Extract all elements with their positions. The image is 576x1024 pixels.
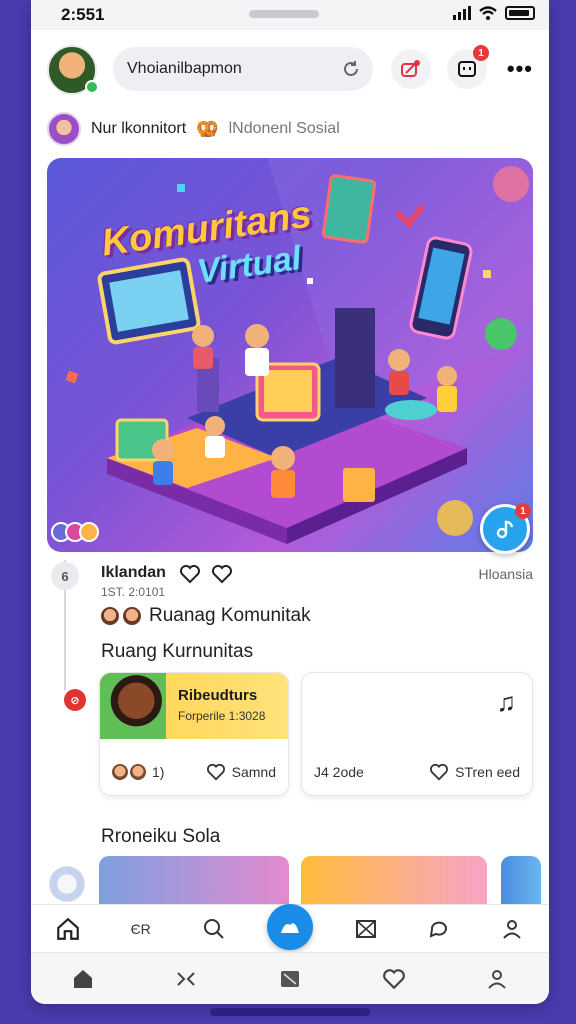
status-bar: 2:551 — [31, 0, 549, 30]
groups-label: ЄR — [130, 920, 151, 937]
thread-node[interactable]: 6 — [51, 562, 79, 590]
card-action[interactable]: Samnd — [232, 764, 276, 780]
gallery-icon — [356, 919, 377, 938]
notification-badge: 1 — [473, 45, 489, 61]
community-subtitle: lNdonenl Sosial — [228, 120, 340, 137]
bottom-nav-home[interactable] — [63, 961, 103, 997]
card-footer: 1) Samnd — [112, 763, 276, 781]
nav-chat[interactable] — [419, 911, 459, 947]
room-row[interactable]: Ruanag Komunitak — [101, 605, 311, 627]
card-member-avatars — [112, 764, 146, 780]
community-avatar — [47, 112, 81, 146]
community-row[interactable]: Nur lkonnitort 🥨 lNdonenl Sosial — [47, 112, 340, 146]
messages-button[interactable]: 1 — [447, 45, 489, 89]
heart-icon[interactable] — [429, 763, 449, 781]
music-note-icon: ♫ — [496, 687, 517, 717]
music-icon — [496, 520, 514, 539]
participant-avatars — [51, 522, 99, 542]
create-button[interactable] — [266, 903, 313, 950]
story-card[interactable] — [501, 856, 541, 904]
notch-indicator — [249, 10, 319, 18]
music-card[interactable]: ♫ J4 2ode STren eed — [301, 672, 533, 796]
shuffle-icon — [177, 971, 196, 986]
search-icon — [203, 918, 224, 939]
card-count: J4 2ode — [314, 764, 364, 780]
post-author[interactable]: Iklandan — [101, 564, 166, 582]
app-header: Vhoianilbapmon 1 ••• — [31, 38, 549, 100]
search-input[interactable]: Vhoianilbapmon — [113, 47, 373, 91]
status-icons — [453, 6, 535, 20]
card-subtitle: Forperile 1:3028 — [178, 709, 266, 723]
hero-illustration[interactable]: Komuritans Virtual — [47, 158, 533, 552]
media-icon — [280, 970, 299, 987]
post-date: 1ST. 2:0101 — [101, 585, 166, 599]
room-label: Ruanag Komunitak — [149, 605, 311, 626]
chat-icon — [430, 921, 448, 938]
member-avatar — [123, 607, 141, 625]
more-options-icon[interactable]: ••• — [507, 56, 533, 82]
community-card[interactable]: Ribeudturs Forperile 1:3028 1) Samnd — [99, 672, 289, 796]
post-location-tag: Hloansia — [478, 566, 533, 582]
stories-button[interactable] — [391, 49, 431, 89]
home-icon — [56, 917, 79, 940]
card-footer: J4 2ode STren eed — [314, 763, 520, 781]
thread-alert-node[interactable]: ⊘ — [61, 686, 89, 714]
community-name: Nur lkonnitort — [91, 120, 187, 137]
profile-icon — [503, 919, 522, 939]
nav-groups[interactable]: ЄR — [121, 911, 161, 947]
bottom-nav-media[interactable] — [270, 961, 310, 997]
react-icon[interactable] — [211, 564, 233, 584]
nav-profile[interactable] — [492, 911, 532, 947]
story-card[interactable] — [99, 856, 289, 904]
card-title: Ribeudturs — [178, 687, 258, 704]
wifi-icon — [479, 6, 497, 20]
refresh-icon[interactable] — [341, 59, 361, 79]
bottom-nav — [31, 952, 549, 1004]
message-icon — [458, 61, 476, 77]
heart-icon — [382, 968, 405, 989]
create-icon — [280, 922, 299, 933]
nav-search[interactable] — [194, 911, 234, 947]
profile-icon — [488, 969, 506, 989]
online-indicator — [85, 80, 99, 94]
like-icon[interactable] — [179, 564, 201, 584]
card-count: 1) — [152, 764, 165, 780]
battery-icon — [505, 6, 535, 20]
heart-icon[interactable] — [206, 763, 226, 781]
home-indicator — [210, 1008, 370, 1016]
status-time: 2:551 — [61, 5, 105, 24]
bottom-nav-shuffle[interactable] — [166, 961, 206, 997]
card-avatar — [100, 673, 166, 739]
story-card[interactable] — [301, 856, 487, 904]
section2-avatar[interactable] — [49, 866, 85, 902]
section-title: Ruang Kurnunitas — [101, 641, 254, 662]
music-button[interactable]: 1 — [480, 503, 531, 554]
nav-gallery[interactable] — [346, 911, 386, 947]
phone-screen: 2:551 Vhoianilbapmon 1 ••• Nur lkonnitor… — [31, 0, 549, 1004]
card-action[interactable]: STren eed — [455, 764, 520, 780]
signal-icon — [453, 6, 471, 20]
nav-home[interactable] — [48, 911, 88, 947]
bottom-nav-likes[interactable] — [374, 961, 414, 997]
edit-camera-icon — [401, 60, 420, 77]
tab-bar: ЄR — [31, 903, 549, 952]
music-badge: 1 — [515, 503, 531, 519]
community-emoji: 🥨 — [196, 118, 219, 139]
home-icon — [73, 969, 92, 988]
member-avatar — [101, 607, 119, 625]
search-text: Vhoianilbapmon — [127, 60, 242, 77]
alert-icon: ⊘ — [64, 689, 86, 711]
bottom-nav-profile[interactable] — [477, 961, 517, 997]
section2-title: Rroneiku Sola — [101, 826, 221, 847]
